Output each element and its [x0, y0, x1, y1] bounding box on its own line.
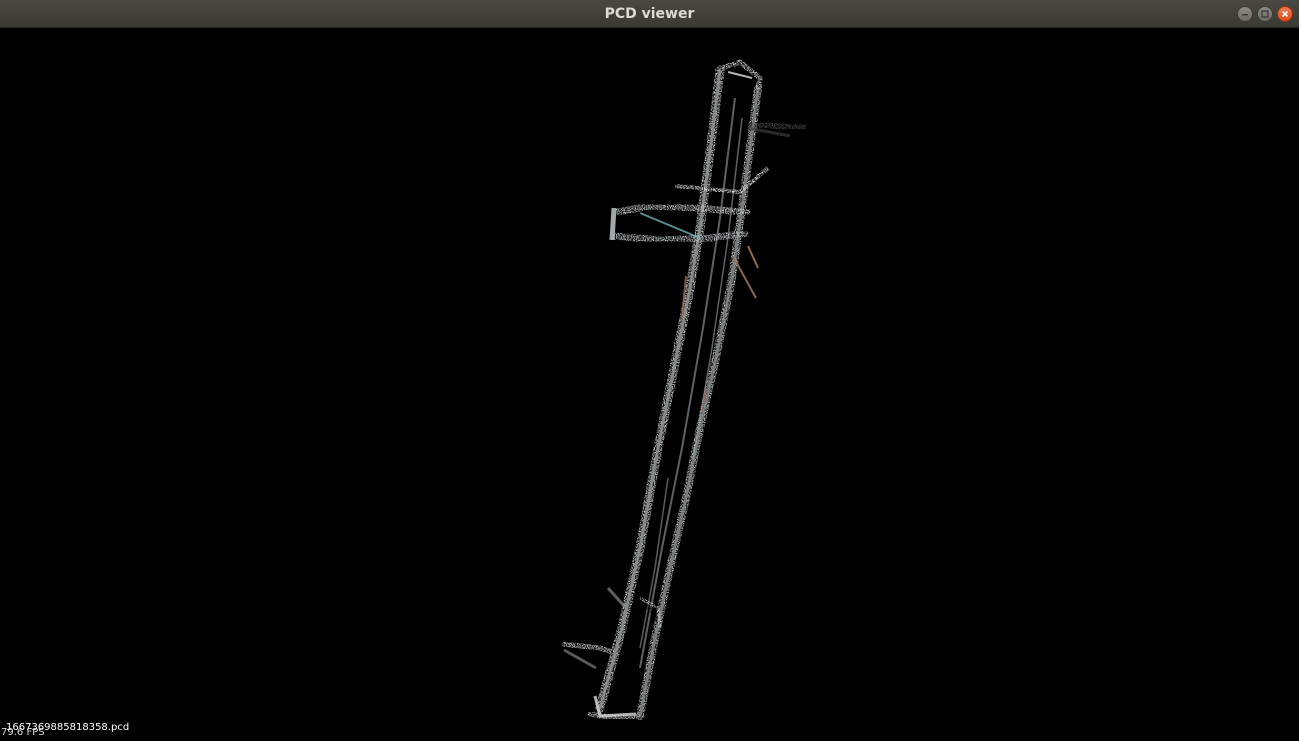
maximize-button[interactable] [1257, 6, 1273, 22]
maximize-icon [1261, 10, 1269, 18]
point-cloud-render [561, 59, 807, 721]
minimize-icon [1242, 14, 1248, 16]
minimize-button[interactable] [1237, 6, 1253, 22]
point-cloud-viewport[interactable]: 79.6 FPS 1667369885818358.pcd [0, 28, 1299, 741]
close-button[interactable] [1277, 6, 1293, 22]
title-bar[interactable]: PCD viewer [0, 0, 1299, 28]
filename-label: 1667369885818358.pcd [6, 722, 130, 733]
window-title: PCD viewer [604, 6, 695, 22]
close-icon [1281, 10, 1289, 18]
corridor-main [587, 59, 763, 721]
pcd-viewer-window: PCD viewer 79.6 FPS 1667369885818358.pcd [0, 0, 1299, 741]
